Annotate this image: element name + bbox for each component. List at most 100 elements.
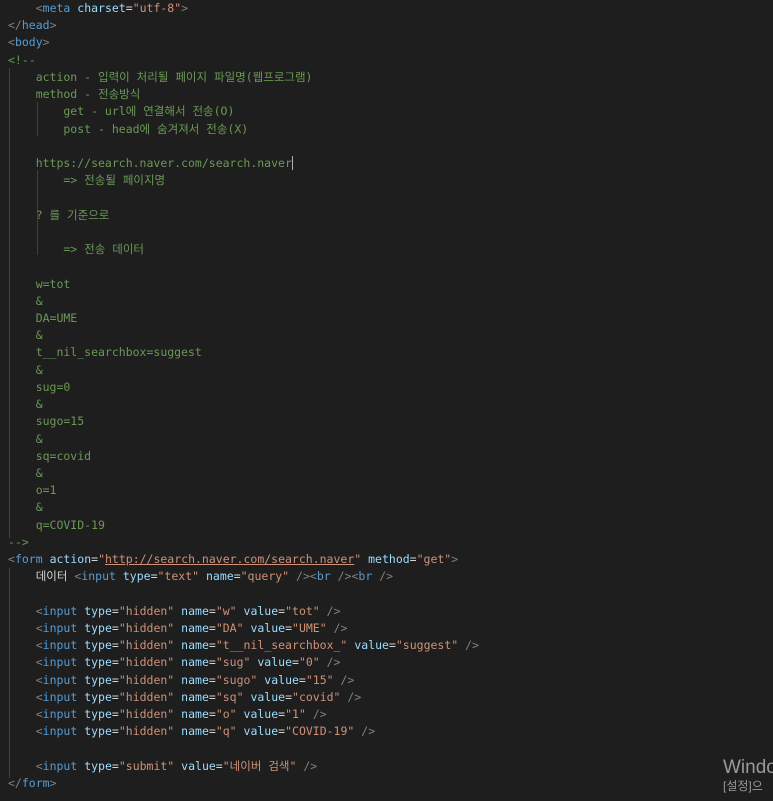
code-token: input [42, 672, 78, 687]
code-line: & [8, 362, 43, 379]
code-token: </ [8, 18, 22, 33]
code-token: /> [312, 707, 327, 722]
code-token: "hidden" [118, 672, 175, 687]
code-token: value [243, 707, 279, 722]
code-token: input [42, 655, 78, 670]
code-token: post - head에 숨겨져서 전송(X) [8, 121, 249, 136]
code-token: < [35, 655, 43, 670]
code-token: = [215, 758, 223, 773]
code-token: < [8, 552, 15, 567]
code-line: action - 입력이 처리될 페이지 파일명(웹프로그램) [8, 69, 313, 86]
code-token: method [368, 552, 410, 567]
code-token: value [354, 638, 389, 653]
code-line: & [8, 499, 43, 516]
code-token: type [84, 603, 112, 618]
code-editor[interactable]: <meta charset="utf-8"> </head> <body> <!-- … [0, 0, 773, 801]
watermark-line2: [설정]으 [723, 779, 763, 793]
code-line: => 전송 데이터 [8, 241, 144, 258]
code-token: input [42, 689, 78, 704]
code-token: /> [361, 724, 376, 739]
code-token: /> [303, 758, 318, 773]
code-token: input [42, 707, 78, 722]
code-token: < [35, 1, 43, 15]
code-token: "hidden" [118, 638, 175, 653]
code-token: = [285, 620, 293, 635]
code-token: & [8, 362, 43, 377]
code-token: value [250, 689, 286, 704]
code-token: meta [42, 1, 71, 15]
code-line: <input type="hidden" name="t__nil_search… [8, 637, 479, 654]
code-token: = [111, 638, 119, 653]
code-line: q=COVID-19 [8, 517, 105, 534]
code-token: />< [337, 569, 359, 584]
code-token: = [111, 603, 119, 618]
code-line: & [8, 465, 43, 482]
code-token: "15" [305, 672, 334, 687]
code-token: https://search.naver.com/search.naver [8, 155, 292, 170]
code-token: = [409, 552, 417, 567]
code-token: value [250, 620, 286, 635]
code-token: = [111, 655, 119, 670]
code-token: > [181, 1, 189, 15]
code-token: "t__nil_searchbox_" [215, 638, 348, 653]
code-token: "submit" [118, 758, 175, 773]
code-token: "o" [215, 707, 237, 722]
code-token: name [181, 707, 209, 722]
code-line: <input type="hidden" name="DA" value="UM… [8, 620, 348, 637]
code-line: <input type="hidden" name="q" value="COV… [8, 723, 375, 740]
code-line: w=tot [8, 276, 71, 293]
code-token: name [181, 655, 209, 670]
code-token: type [84, 655, 112, 670]
code-token: "covid" [292, 689, 341, 704]
code-token: = [111, 724, 119, 739]
code-token: 데이터 [8, 569, 75, 584]
code-token: > [49, 18, 57, 33]
code-token: /> [340, 672, 355, 687]
code-token: = [111, 758, 119, 773]
code-token: = [111, 707, 119, 722]
code-token: < [8, 35, 15, 50]
code-token: type [84, 672, 112, 687]
code-line: sq=covid [8, 448, 91, 465]
code-token: = [208, 620, 216, 635]
code-token: /> [379, 569, 394, 584]
code-token: type [84, 724, 112, 739]
code-token: value [243, 724, 279, 739]
code-token: "sug" [215, 655, 251, 670]
code-token: > [49, 775, 57, 790]
code-token: value [257, 655, 292, 670]
code-token: " [98, 552, 105, 567]
code-token: "sq" [215, 689, 244, 704]
code-token: <!-- [8, 52, 36, 67]
code-token: get - url에 연결해서 전송(O) [8, 104, 235, 119]
code-line: <input type="hidden" name="sug" value="0… [8, 654, 341, 671]
code-token: = [111, 620, 119, 635]
code-token: => 전송 데이터 [8, 242, 144, 257]
code-token: name [181, 672, 209, 687]
code-token: /> [465, 638, 479, 653]
code-token: "COVID-19" [285, 724, 355, 739]
code-token: < [35, 620, 43, 635]
code-line: --> [8, 534, 29, 551]
code-token: & [8, 328, 43, 343]
code-token: = [111, 689, 119, 704]
code-token: type [84, 638, 112, 653]
code-token: & [8, 397, 43, 412]
code-token: < [35, 724, 43, 739]
code-token: input [42, 638, 78, 653]
code-token: = [208, 707, 216, 722]
code-token: type [122, 569, 151, 584]
code-token: "q" [215, 724, 237, 739]
